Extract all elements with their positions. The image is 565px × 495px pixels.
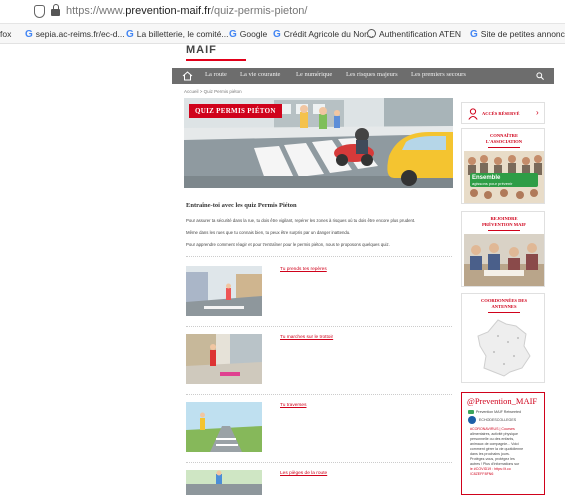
google-icon: G xyxy=(25,29,33,40)
quiz-link-traverses[interactable]: Tu traverses xyxy=(280,403,306,408)
quiz-link-pieges[interactable]: Les pièges de la route xyxy=(280,471,327,476)
title-rule xyxy=(488,147,520,148)
antennes-card[interactable]: COORDONNÉES DES ANTENNES xyxy=(461,293,545,383)
site-logo[interactable]: MAIF xyxy=(186,44,217,56)
quiz-thumbnail[interactable] xyxy=(186,402,262,452)
browser-url-bar[interactable]: https://www.prevention-maif.fr/quiz-perm… xyxy=(0,0,565,24)
intro-line-1: Pour assurer ta sécurité dans la rue, tu… xyxy=(186,218,416,223)
tweet-line: animaux de compagnie... Voici xyxy=(470,442,519,446)
rejoindre-prevention-card[interactable]: REJOINDRE PRÉVENTION MAIF xyxy=(461,211,545,287)
quiz-separator xyxy=(186,462,452,463)
title-rule xyxy=(488,312,520,313)
avatar[interactable] xyxy=(468,416,476,424)
card-title-line: ANTENNES xyxy=(491,304,517,309)
tweet-line: autres ! Plus d'informations sur xyxy=(470,462,520,466)
card-title-line: PRÉVENTION MAIF xyxy=(481,222,527,227)
twitter-feed[interactable]: @Prevention_MAIF Prevention MAIF Retweet… xyxy=(461,392,545,495)
main-nav: La route La vie courante Le numérique Le… xyxy=(172,68,554,84)
bookmarks-bar: fox Gsepia.ac-reims.fr/ec-d... G La bille… xyxy=(0,24,565,44)
quiz-thumbnail[interactable] xyxy=(186,266,262,316)
nav-la-route[interactable]: La route xyxy=(205,71,227,78)
url-text[interactable]: https://www.prevention-maif.fr/quiz-perm… xyxy=(66,5,307,17)
nav-numerique[interactable]: Le numérique xyxy=(296,71,332,78)
intro-line-2: Même dans les rues que tu connais bien, … xyxy=(186,230,351,235)
hero-title: QUIZ PERMIS PIÉTON xyxy=(189,104,282,118)
tweet-line: comment gérer la vie quotidienne xyxy=(470,447,524,451)
tweet-line: #CORONAVIRUS | Courses xyxy=(470,427,515,431)
acces-reserve-button[interactable]: ACCÈS RÉSERVÉ › xyxy=(461,102,545,124)
connaitre-association-card[interactable]: CONNAÎTRE L'ASSOCIATION Ensemble agisson… xyxy=(461,128,545,204)
user-icon xyxy=(468,108,478,120)
google-icon: G xyxy=(470,29,478,40)
bookmark-credit-agricole[interactable]: G Crédit Agricole du Nor... xyxy=(273,27,374,41)
title-rule xyxy=(488,230,520,231)
quiz-link-reperes[interactable]: Tu prends tes repères xyxy=(280,267,327,272)
quiz-separator xyxy=(186,326,452,327)
ensemble-banner-subtitle: agissons pour prévenir xyxy=(472,181,513,186)
bookmark-fox[interactable]: fox xyxy=(0,27,11,41)
google-icon: G xyxy=(229,29,237,40)
acces-reserve-label: ACCÈS RÉSERVÉ xyxy=(482,111,520,116)
bookmark-sepia[interactable]: Gsepia.ac-reims.fr/ec-d... xyxy=(25,27,125,41)
tweet-line: alimentaires, activité physique xyxy=(470,432,518,436)
tweet-link[interactable]: le #COVID19 : https://t.co xyxy=(470,467,511,471)
bookmark-google[interactable]: G Google xyxy=(229,27,267,41)
bookmark-petites-annonces[interactable]: G Site de petites annonc... xyxy=(470,27,565,41)
quiz-separator xyxy=(186,394,452,395)
card-title-line: L'ASSOCIATION xyxy=(485,139,523,144)
lock-icon xyxy=(51,4,60,16)
breadcrumb[interactable]: Accueil > Quiz Permis piéton xyxy=(184,89,242,94)
quiz-link-trottoir[interactable]: Tu marches sur le trottoir xyxy=(280,335,333,340)
google-icon: G xyxy=(273,29,281,40)
tweet-link[interactable]: /C8ZEFF8FN6 xyxy=(470,472,493,476)
search-icon[interactable] xyxy=(536,72,544,80)
intro-line-3: Pour apprendre comment réagir et pour t'… xyxy=(186,242,390,247)
tweet-line: dans les prochains jours. xyxy=(470,452,510,456)
bookmark-billetterie[interactable]: G La billetterie, le comité... xyxy=(126,27,228,41)
france-map-icon xyxy=(477,319,531,377)
quiz-thumbnail[interactable] xyxy=(186,334,262,384)
globe-icon xyxy=(367,29,376,38)
google-icon: G xyxy=(126,29,134,40)
chevron-right-icon: › xyxy=(536,108,539,117)
twitter-handle[interactable]: @Prevention_MAIF xyxy=(467,396,537,406)
quiz-thumbnail[interactable] xyxy=(186,470,262,495)
quiz-separator xyxy=(186,256,452,257)
shield-icon[interactable] xyxy=(34,5,45,18)
bookmark-aten[interactable]: Authentification ATEN xyxy=(367,27,461,41)
volunteers-photo xyxy=(464,234,544,286)
retweet-icon xyxy=(468,410,474,414)
brand-underline xyxy=(186,59,246,61)
tweet-line: personnelle ou des enfants, xyxy=(470,437,515,441)
tweet-author[interactable]: ECHODESCOLLEGES xyxy=(479,418,516,422)
home-icon[interactable] xyxy=(182,71,193,81)
tweet-line: Protégez-vous, protégez les xyxy=(470,457,515,461)
tweet-line: Prevention MAIF Retweeted xyxy=(476,410,521,414)
nav-risques-majeurs[interactable]: Les risques majeurs xyxy=(346,71,398,78)
nav-vie-courante[interactable]: La vie courante xyxy=(240,71,280,78)
intro-heading: Entraîne-toi avec les quiz Permis Piéton xyxy=(186,202,297,209)
nav-premiers-secours[interactable]: Les premiers secours xyxy=(411,71,466,78)
